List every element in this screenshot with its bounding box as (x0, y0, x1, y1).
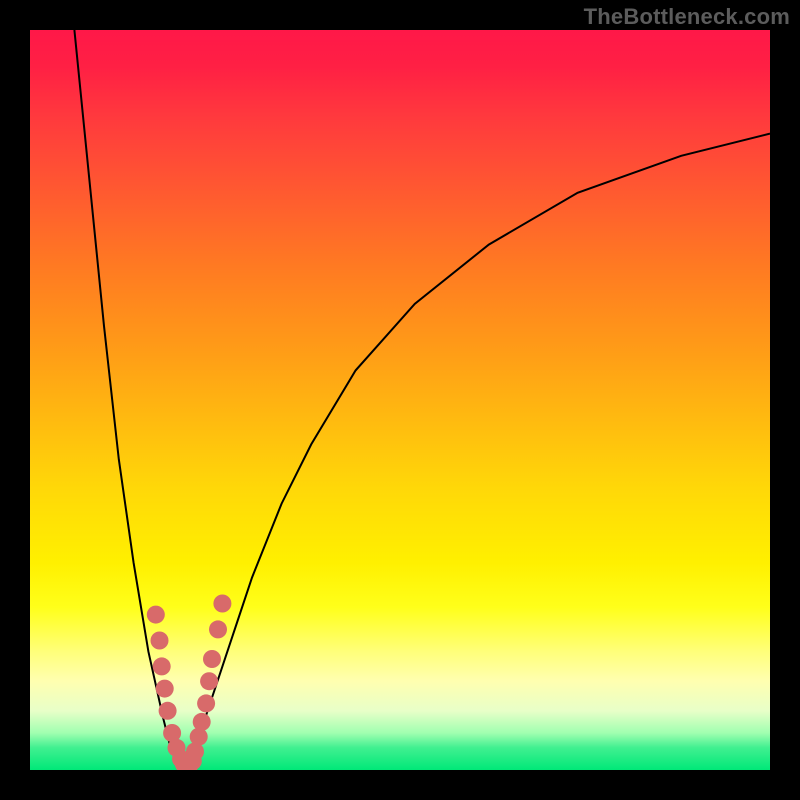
data-point (200, 672, 218, 690)
data-point (159, 702, 177, 720)
data-point (193, 713, 211, 731)
data-point (203, 650, 221, 668)
plot-area (30, 30, 770, 770)
data-point (156, 680, 174, 698)
data-point (190, 728, 208, 746)
left-curve (74, 30, 185, 770)
data-point (209, 620, 227, 638)
data-point (213, 595, 231, 613)
data-point (151, 632, 169, 650)
data-point (197, 694, 215, 712)
data-point (147, 606, 165, 624)
dot-cluster (147, 595, 232, 771)
data-point (153, 657, 171, 675)
chart-svg (30, 30, 770, 770)
right-curve (185, 134, 770, 770)
watermark-text: TheBottleneck.com (584, 4, 790, 30)
chart-container: TheBottleneck.com (0, 0, 800, 800)
